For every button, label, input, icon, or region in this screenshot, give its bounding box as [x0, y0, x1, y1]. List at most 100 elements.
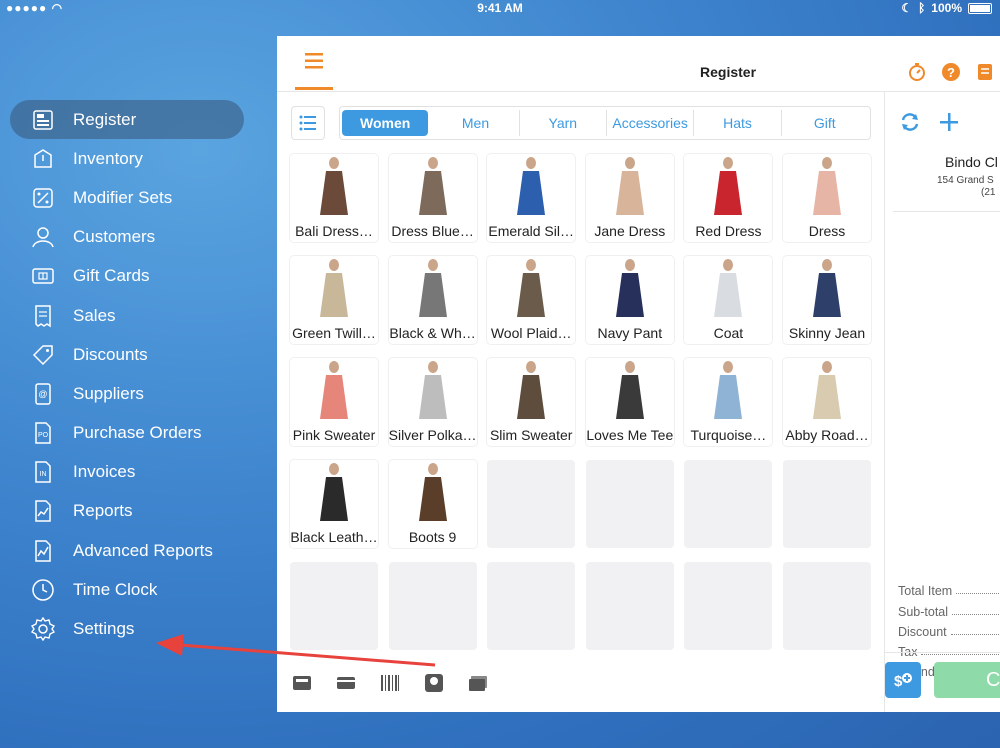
- sidebar-item-purchase-orders[interactable]: PO Purchase Orders: [0, 414, 270, 453]
- product-image: [290, 460, 378, 524]
- barcode-icon: [381, 675, 399, 691]
- sync-icon[interactable]: [899, 112, 921, 132]
- total-row: Tax: [898, 639, 1000, 659]
- cart-actions: [899, 112, 959, 132]
- sidebar-item-label: Advanced Reports: [73, 540, 213, 560]
- product-tile[interactable]: Skinny Jean: [783, 256, 871, 344]
- sidebar-item-sales[interactable]: Sales: [0, 296, 270, 335]
- add-icon[interactable]: [939, 112, 959, 132]
- scale-button[interactable]: [423, 672, 445, 694]
- product-name: Jane Dress: [594, 223, 666, 239]
- svg-text:PO: PO: [38, 432, 49, 439]
- product-image: [389, 256, 477, 320]
- tab-gift[interactable]: Gift: [782, 110, 868, 136]
- product-name: Coat: [713, 325, 744, 341]
- tab-men[interactable]: Men: [432, 110, 520, 136]
- cart-panel: Bindo Cl 154 Grand S (21 Total Item Sub-t…: [884, 92, 1000, 712]
- product-tile[interactable]: Slim Sweater: [487, 358, 576, 446]
- product-image: [684, 154, 772, 218]
- sidebar-item-label: Modifier Sets: [73, 187, 173, 207]
- product-tile[interactable]: Pink Sweater: [290, 358, 378, 446]
- sidebar-item-label: Customers: [73, 227, 156, 247]
- windows-button[interactable]: [467, 672, 489, 694]
- customers-icon: [30, 224, 56, 250]
- barcode-button[interactable]: [379, 672, 401, 694]
- sidebar-item-modifier-sets[interactable]: Modifier Sets: [0, 178, 270, 217]
- product-tile[interactable]: Navy Pant: [585, 256, 674, 344]
- product-name: Slim Sweater: [489, 427, 573, 443]
- product-tile[interactable]: Wool Plaid…: [487, 256, 576, 344]
- sidebar-item-gift-cards[interactable]: Gift Cards: [0, 257, 270, 296]
- product-tile[interactable]: Bali Dress…: [290, 154, 378, 242]
- hamburger-menu-button[interactable]: [295, 50, 333, 90]
- product-image: [586, 256, 674, 320]
- add-payment-button[interactable]: $: [885, 662, 921, 698]
- product-image: [586, 358, 674, 422]
- sidebar-item-settings[interactable]: Settings: [0, 609, 270, 648]
- sidebar-item-invoices[interactable]: IN Invoices: [0, 453, 270, 492]
- product-image: [389, 460, 477, 524]
- product-tile[interactable]: Dress Blue…: [388, 154, 477, 242]
- modifier-sets-icon: [30, 185, 56, 211]
- product-name: Loves Me Tee: [586, 427, 674, 443]
- product-image: [389, 358, 477, 422]
- sidebar-item-customers[interactable]: Customers: [0, 218, 270, 257]
- list-view-button[interactable]: [291, 106, 325, 140]
- purchase-order-icon: PO: [30, 420, 56, 446]
- leader-dots: [950, 633, 1000, 635]
- sidebar-item-label: Inventory: [73, 148, 143, 168]
- charge-button[interactable]: C: [934, 662, 1000, 698]
- sidebar-item-inventory[interactable]: Inventory: [0, 139, 270, 178]
- tab-hats[interactable]: Hats: [694, 110, 782, 136]
- product-tile[interactable]: Emerald Sil…: [487, 154, 576, 242]
- product-tile[interactable]: Loves Me Tee: [585, 358, 674, 446]
- sidebar-item-label: Time Clock: [73, 579, 158, 599]
- sidebar-item-advanced-reports[interactable]: Advanced Reports: [0, 531, 270, 570]
- category-tabs: Women Men Yarn Accessories Hats Gift: [339, 106, 871, 140]
- product-tile[interactable]: Black & Wh…: [388, 256, 477, 344]
- sidebar-item-discounts[interactable]: Discounts: [0, 335, 270, 374]
- moon-icon: ☾: [901, 1, 913, 15]
- product-tile[interactable]: Silver Polka…: [388, 358, 477, 446]
- product-tile[interactable]: Turquoise…: [684, 358, 773, 446]
- receipt-button[interactable]: [975, 62, 995, 82]
- product-name: Emerald Sil…: [488, 223, 574, 239]
- help-icon: ?: [942, 63, 960, 81]
- cash-drawer-icon: [293, 676, 311, 690]
- product-tile[interactable]: Coat: [684, 256, 773, 344]
- timer-button[interactable]: [907, 62, 927, 82]
- help-button[interactable]: ?: [941, 62, 961, 82]
- bluetooth-icon: ᛒ: [918, 1, 926, 15]
- tab-women[interactable]: Women: [342, 110, 429, 136]
- product-tile[interactable]: Abby Road…: [783, 358, 871, 446]
- product-image: [684, 358, 772, 422]
- divider: [893, 211, 1000, 212]
- empty-product-slot: [684, 460, 773, 548]
- sidebar-item-suppliers[interactable]: @ Suppliers: [0, 374, 270, 413]
- register-icon: [30, 107, 56, 133]
- tab-yarn[interactable]: Yarn: [520, 110, 607, 136]
- product-name: Turquoise…: [690, 427, 767, 443]
- product-name: Boots 9: [408, 529, 457, 545]
- product-name: Green Twill…: [292, 325, 376, 341]
- total-label: Sub-total: [898, 604, 949, 619]
- card-button[interactable]: [335, 672, 357, 694]
- product-name: Black & Wh…: [389, 325, 476, 341]
- empty-product-slot: [388, 562, 477, 650]
- empty-product-slot: [487, 562, 576, 650]
- status-bar: ●●●●● ◠ 9:41 AM ☾ ᛒ 100%: [0, 0, 1000, 16]
- product-name: Black Leath…: [290, 529, 378, 545]
- sidebar-item-reports[interactable]: Reports: [0, 492, 270, 531]
- product-tile[interactable]: Boots 9: [388, 460, 477, 548]
- product-tile[interactable]: Red Dress: [684, 154, 773, 242]
- product-tile[interactable]: Dress: [783, 154, 871, 242]
- sidebar-item-time-clock[interactable]: Time Clock: [0, 570, 270, 609]
- tab-accessories[interactable]: Accessories: [607, 110, 695, 136]
- menu-icon: [305, 53, 323, 69]
- product-tile[interactable]: Jane Dress: [585, 154, 674, 242]
- battery-icon: [968, 2, 992, 14]
- product-tile[interactable]: Black Leath…: [290, 460, 378, 548]
- sidebar-item-register[interactable]: Register: [10, 100, 244, 140]
- product-tile[interactable]: Green Twill…: [290, 256, 378, 344]
- cash-drawer-button[interactable]: [291, 672, 313, 694]
